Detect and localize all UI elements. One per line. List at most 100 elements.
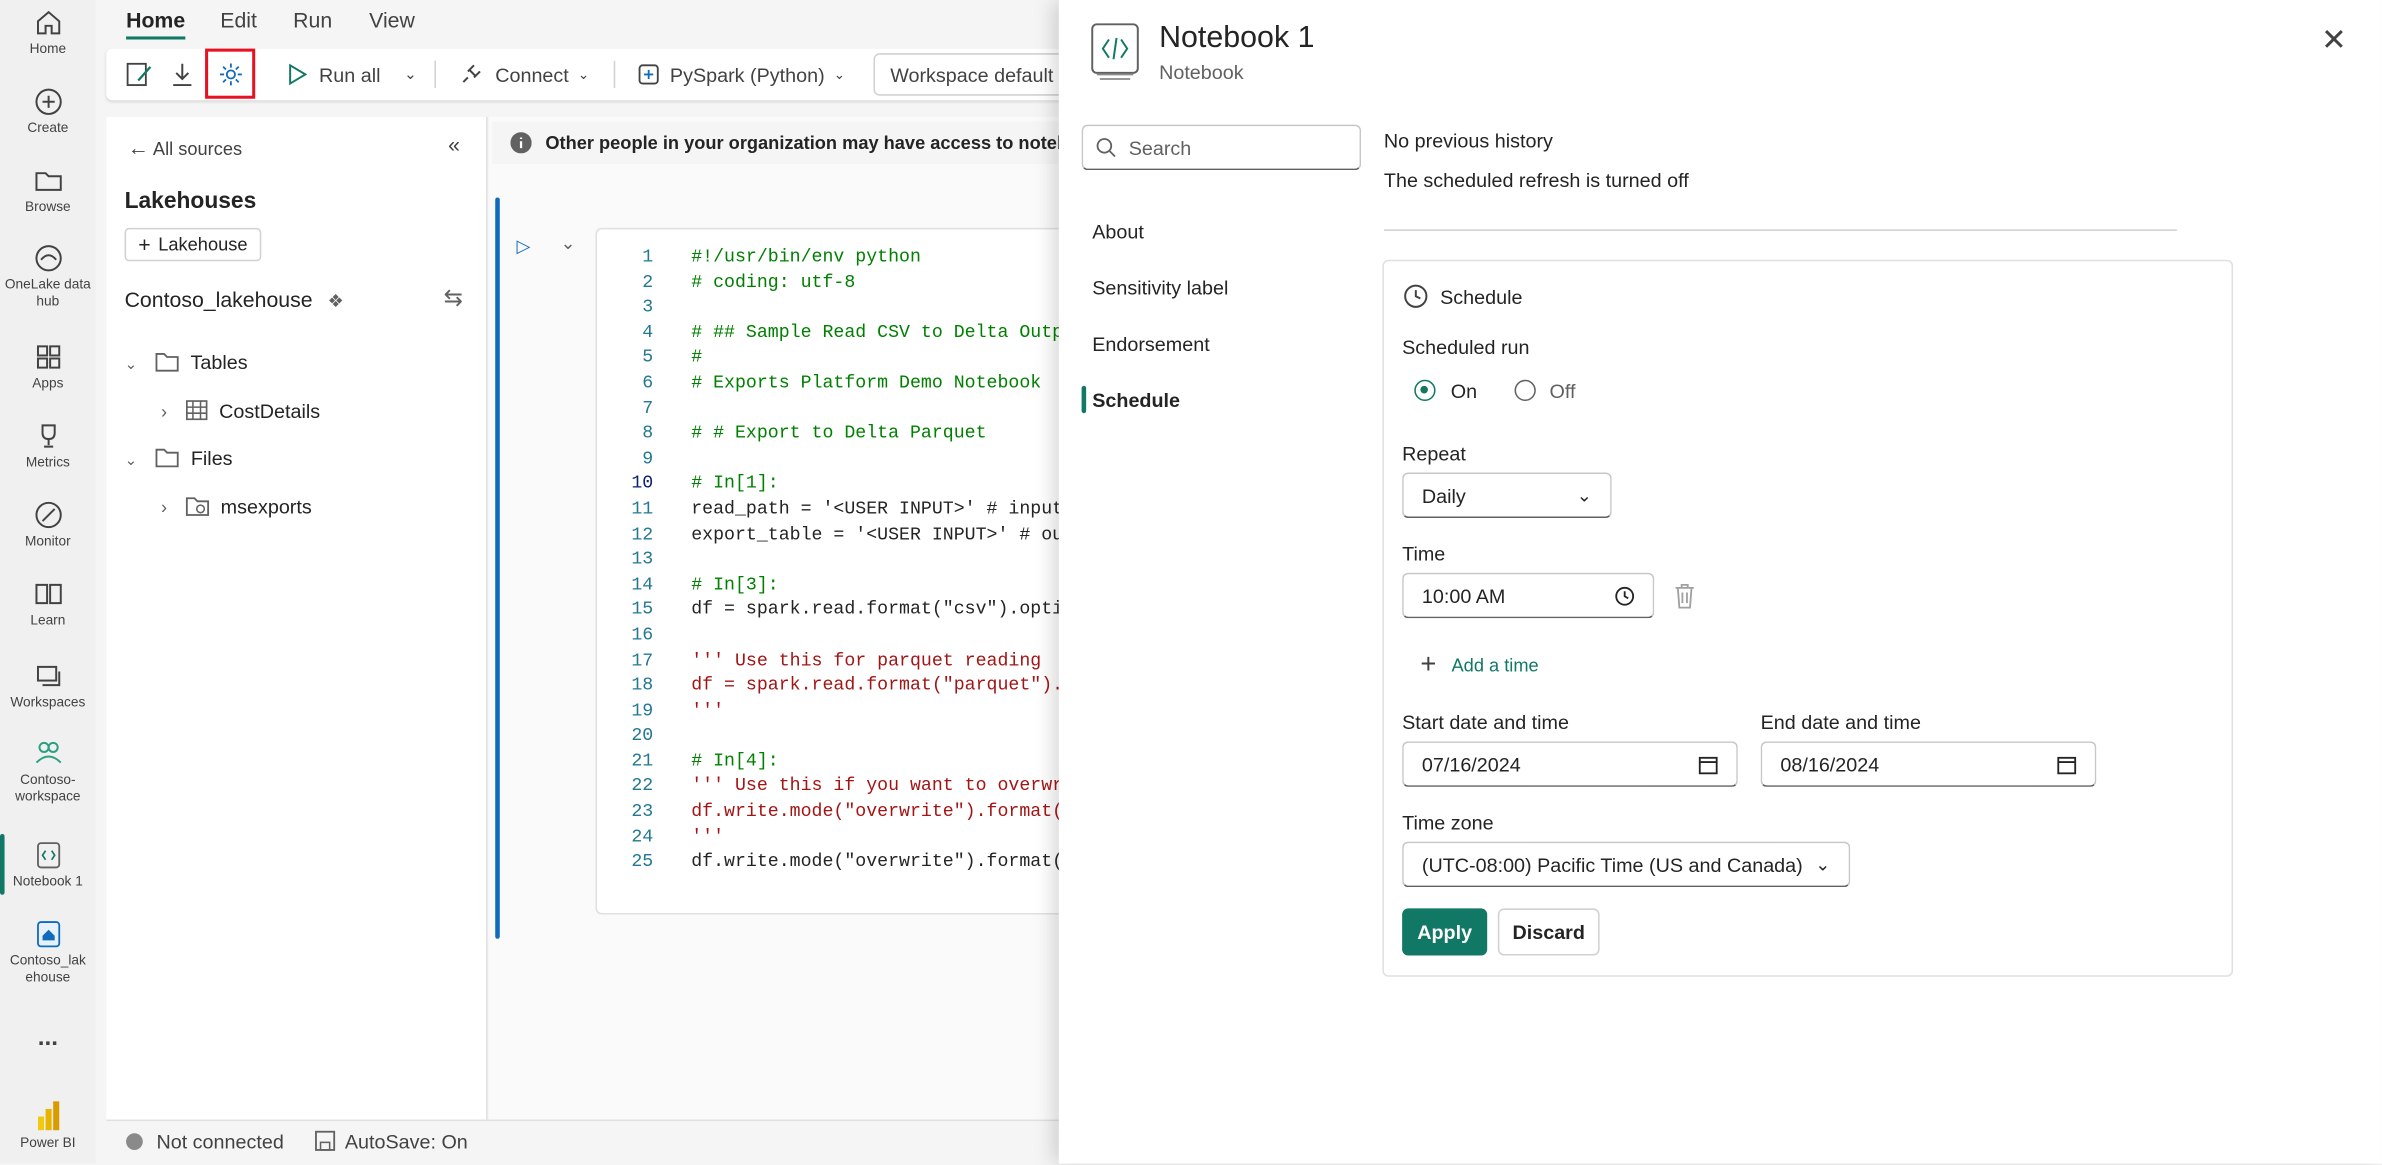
play-icon: ▷ — [516, 235, 531, 257]
chevron-down-icon: ⌄ — [560, 232, 576, 254]
browse-icon — [34, 172, 61, 191]
menu-home[interactable]: Home — [126, 8, 186, 40]
shortcut-folder-icon — [185, 497, 209, 516]
file-item-msexports[interactable]: › msexports — [161, 495, 312, 518]
autosave-status: AutoSave: On — [344, 1130, 468, 1153]
rail-create-label: Create — [27, 120, 69, 136]
rail-apps-label: Apps — [32, 375, 64, 391]
chevron-down-icon: ⌄ — [577, 66, 590, 82]
line-number: 15 — [631, 599, 654, 621]
add-time-button[interactable]: + Add a time — [1420, 649, 1538, 681]
rail-notebook-1[interactable]: Notebook 1 — [0, 833, 96, 895]
time-label: Time — [1402, 542, 1446, 566]
line-number: 6 — [642, 372, 654, 394]
rail-apps[interactable]: Apps — [0, 342, 96, 392]
language-select[interactable]: PySpark (Python) ⌄ — [637, 49, 846, 101]
rail-monitor[interactable]: Monitor — [0, 500, 96, 550]
start-date-input[interactable]: 07/16/2024 — [1402, 741, 1738, 787]
menu-view[interactable]: View — [369, 8, 415, 32]
chevron-down-icon: ⌄ — [124, 356, 138, 374]
rail-create[interactable]: Create — [0, 87, 96, 137]
nav-endorsement[interactable]: Endorsement — [1092, 333, 1209, 356]
switch-lakehouse-button[interactable]: ⇆ — [443, 284, 463, 312]
download-button[interactable] — [167, 49, 197, 101]
chevron-down-icon: ⌄ — [833, 66, 846, 82]
schedule-header: Schedule — [1440, 285, 1523, 309]
rail-workspaces[interactable]: Workspaces — [0, 661, 96, 711]
lakehouse-name[interactable]: Contoso_lakehouse ❖ — [125, 287, 344, 311]
menu-edit[interactable]: Edit — [220, 8, 257, 32]
calendar-icon — [1698, 756, 1718, 774]
line-number: 11 — [631, 498, 654, 520]
code-editor[interactable]: #!/usr/bin/env python # coding: utf-8 # #… — [691, 245, 1063, 875]
run-all-button[interactable]: Run all — [286, 49, 380, 101]
notebook-icon — [36, 842, 60, 869]
cell-collapse-button[interactable]: ⌄ — [561, 232, 576, 253]
settings-button[interactable] — [205, 48, 256, 99]
folder-icon — [155, 448, 179, 468]
repeat-value: Daily — [1421, 483, 1466, 507]
search-icon — [1096, 138, 1116, 158]
powerbi-icon — [37, 1101, 59, 1131]
timezone-select[interactable]: (UTC-08:00) Pacific Time (US and Canada)… — [1402, 841, 1851, 888]
environment-select[interactable]: Workspace default — [873, 53, 1087, 96]
nav-active-indicator — [1081, 385, 1087, 414]
all-sources-link[interactable]: ← All sources — [128, 135, 242, 159]
cell-focus-bar — [495, 197, 500, 939]
menu-run[interactable]: Run — [293, 8, 332, 32]
rail-home[interactable]: Home — [0, 8, 96, 58]
rail-contoso-workspace[interactable]: Contoso-workspace — [0, 738, 96, 805]
rail-metrics[interactable]: Metrics — [0, 421, 96, 471]
start-date-value: 07/16/2024 — [1421, 752, 1521, 776]
add-lakehouse-label: Lakehouse — [158, 233, 248, 256]
files-node[interactable]: ⌄ Files — [125, 447, 233, 470]
radio-off[interactable] — [1514, 379, 1536, 402]
collapse-explorer-button[interactable]: « — [448, 132, 460, 156]
code-line: #!/usr/bin/env python — [691, 246, 921, 268]
pin-icon: ❖ — [327, 290, 344, 312]
delete-time-button[interactable] — [1673, 582, 1697, 609]
run-cell-button[interactable]: ▷ — [516, 235, 530, 256]
table-item-costdetails[interactable]: › CostDetails — [161, 400, 320, 423]
rail-learn[interactable]: Learn — [0, 579, 96, 629]
repeat-label: Repeat — [1402, 442, 1466, 465]
rail-onelake[interactable]: OneLake data hub — [0, 243, 96, 310]
line-number: 5 — [642, 346, 654, 369]
code-line: # # Export to Delta Parquet — [691, 422, 987, 444]
connection-status-icon — [126, 1133, 143, 1150]
tables-node[interactable]: ⌄ Tables — [125, 351, 248, 374]
nav-schedule[interactable]: Schedule — [1092, 389, 1180, 412]
folder-icon — [155, 353, 179, 372]
metrics-icon — [40, 424, 55, 448]
nav-sensitivity-label[interactable]: Sensitivity label — [1092, 276, 1228, 299]
rail-contoso-lakehouse[interactable]: Contoso_lakehouse — [0, 919, 96, 986]
apply-button[interactable]: Apply — [1402, 908, 1488, 956]
rail-browse-label: Browse — [25, 199, 71, 215]
swap-icon: ⇆ — [443, 285, 463, 312]
end-date-input[interactable]: 08/16/2024 — [1760, 741, 2097, 787]
lakehouse-icon — [36, 921, 60, 948]
radio-on[interactable] — [1414, 379, 1436, 402]
rail-more[interactable]: ... — [0, 1026, 96, 1050]
time-input[interactable]: 10:00 AM — [1402, 572, 1655, 619]
rail-powerbi[interactable]: Power BI — [0, 1098, 96, 1151]
settings-panel: Notebook 1 Notebook ✕ Search About Sensi… — [1058, 0, 2382, 1164]
workspaces-icon — [36, 665, 60, 687]
line-number: 9 — [642, 447, 654, 470]
close-panel-button[interactable]: ✕ — [2321, 21, 2346, 59]
line-number: 12 — [631, 523, 654, 545]
connect-button[interactable]: Connect ⌄ — [459, 49, 590, 101]
rail-browse[interactable]: Browse — [0, 166, 96, 216]
connection-status: Not connected — [156, 1130, 284, 1153]
add-lakehouse-button[interactable]: + Lakehouse — [124, 227, 262, 262]
end-date-value: 08/16/2024 — [1780, 752, 1880, 776]
nav-about[interactable]: About — [1092, 220, 1144, 243]
discard-button[interactable]: Discard — [1497, 908, 1600, 956]
edit-notebook-icon — [126, 62, 152, 86]
run-all-dropdown[interactable]: ⌄ — [404, 49, 417, 101]
clock-icon — [1404, 284, 1428, 308]
search-input[interactable]: Search — [1081, 124, 1362, 171]
radio-on-label: On — [1450, 379, 1478, 403]
notebook-edit-button[interactable] — [125, 49, 155, 101]
repeat-select[interactable]: Daily ⌄ — [1402, 472, 1612, 519]
